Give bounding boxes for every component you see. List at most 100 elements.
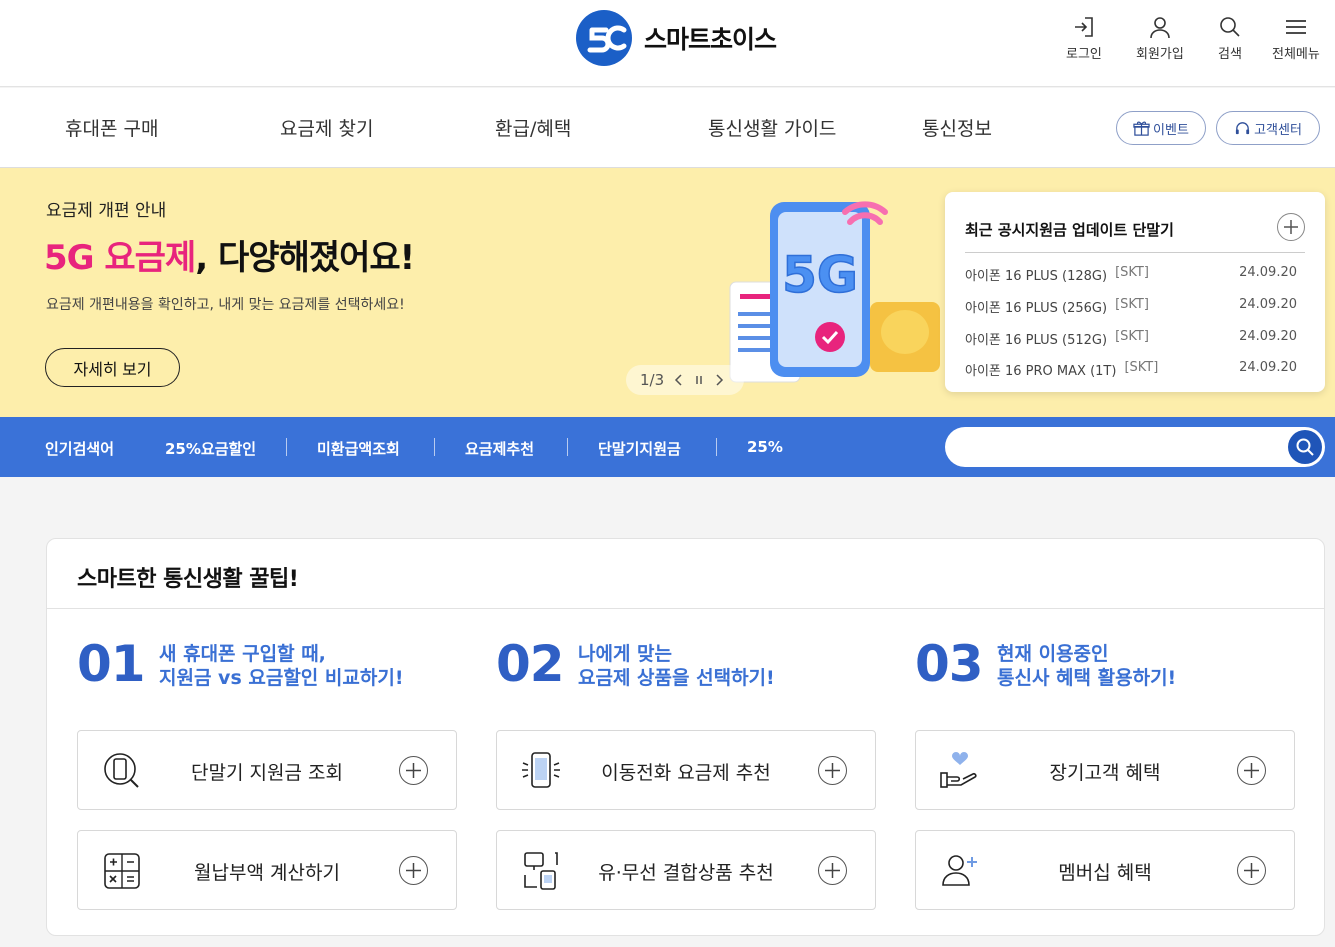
signup-label: 회원가입 [1136,47,1184,62]
event-button[interactable]: 이벤트 [1116,111,1206,145]
keyword-link[interactable]: 요금제추천 [465,438,534,459]
search-label: 검색 [1218,47,1242,62]
menu-icon [1285,20,1306,34]
search-icon [1220,17,1240,37]
plus-icon [1237,756,1266,785]
divider [716,438,717,456]
gift-icon [1133,121,1150,136]
keyword-link[interactable]: 25%요금할인 [165,438,256,459]
tip-button-label: 단말기 지원금 조회 [191,762,343,784]
carrier-tag: [SKT] [1115,297,1149,312]
signup-link[interactable]: 회원가입 [1136,14,1184,62]
update-row[interactable]: 아이폰 16 PLUS (256G) [SKT] 24.09.20 [965,297,1297,316]
step-line: 나에게 맞는 [578,643,673,665]
tip-button-label: 장기고객 혜택 [1049,762,1161,784]
support-button[interactable]: 고객센터 [1216,111,1320,145]
device-name: 아이폰 16 PRO MAX (1T) [965,364,1117,379]
carrier-tag: [SKT] [1115,265,1149,280]
search-link[interactable]: 검색 [1217,14,1243,62]
step-description: 나에게 맞는 요금제 상품을 선택하기! [578,642,775,690]
device-name: 아이폰 16 PLUS (512G) [965,333,1108,348]
device-name: 아이폰 16 PLUS (128G) [965,269,1108,284]
long-term-benefit-button[interactable]: 장기고객 혜택 [915,730,1295,810]
keyword-link[interactable]: 미환급액조회 [317,438,400,459]
logo-icon [576,10,632,66]
headset-icon [1235,121,1250,134]
keyword-link[interactable]: 25% [747,438,783,456]
nav-plan-find[interactable]: 요금제 찾기 [280,114,373,141]
all-menu-link[interactable]: 전체메뉴 [1272,14,1320,62]
update-row[interactable]: 아이폰 16 PLUS (512G) [SKT] 24.09.20 [965,329,1297,348]
plus-icon[interactable] [1277,213,1305,241]
logo-text: 스마트초이스 [644,25,777,54]
divider [434,438,435,456]
step-line: 요금제 상품을 선택하기! [578,667,775,689]
monthly-payment-button[interactable]: 월납부액 계산하기 [77,830,457,910]
tip-button-label: 월납부액 계산하기 [194,862,340,884]
tip-button-label: 이동전화 요금제 추천 [601,762,771,784]
art-5g-text: 5G [782,246,858,304]
tip-button-label: 멤버십 혜택 [1058,862,1152,884]
step-line: 새 휴대폰 구입할 때, [159,643,326,665]
search-input[interactable] [961,435,1281,459]
step-line: 지원금 vs 요금할인 비교하기! [159,667,404,689]
login-icon [1074,17,1093,37]
step-number: 01 [77,635,146,693]
carrier-tag: [SKT] [1124,360,1159,375]
pause-icon[interactable] [694,374,704,386]
mobile-plan-button[interactable]: 이동전화 요금제 추천 [496,730,876,810]
step-number: 02 [496,635,565,693]
divider [965,252,1305,253]
hero-banner: 요금제 개편 안내 5G 요금제, 다양해졌어요! 요금제 개편내용을 확인하고… [0,168,1335,417]
tips-section: 스마트한 통신생활 꿀팁! 01 새 휴대폰 구입할 때, 지원금 vs 요금할인… [46,538,1325,936]
site-logo[interactable]: 스마트초이스 [574,8,777,68]
update-row[interactable]: 아이폰 16 PLUS (128G) [SKT] 24.09.20 [965,265,1297,284]
device-name: 아이폰 16 PLUS (256G) [965,301,1108,316]
membership-benefit-button[interactable]: 멤버십 혜택 [915,830,1295,910]
device-subsidy-button[interactable]: 단말기 지원금 조회 [77,730,457,810]
main-nav: 휴대폰 구매 요금제 찾기 환급/혜택 통신생활 가이드 통신정보 이벤트 고객… [0,88,1335,168]
plus-icon [818,756,847,785]
hero-title-rest: , 다양해졌어요! [195,238,415,278]
popular-label: 인기검색어 [45,440,115,458]
nav-refund-benefit[interactable]: 환급/혜택 [495,114,571,141]
step-line: 현재 이용중인 [997,643,1109,665]
plus-icon [818,856,847,885]
bundle-plan-button[interactable]: 유·무선 결합상품 추천 [496,830,876,910]
hero-title: 5G 요금제, 다양해졌어요! [44,230,415,279]
hero-description: 요금제 개편내용을 확인하고, 내게 맞는 요금제를 선택하세요! [46,297,405,313]
nav-info[interactable]: 통신정보 [922,114,992,141]
update-date: 24.09.20 [1239,329,1297,344]
tips-title: 스마트한 통신생활 꿀팁! [77,567,299,592]
mobile-phone-icon [522,752,560,788]
tips-header: 스마트한 통신생활 꿀팁! [47,539,1324,609]
prev-icon[interactable] [674,374,684,386]
update-date: 24.09.20 [1239,360,1297,375]
event-label: 이벤트 [1153,122,1189,138]
login-label: 로그인 [1066,47,1102,62]
nav-phone-buy[interactable]: 휴대폰 구매 [65,114,158,141]
nav-guide[interactable]: 통신생활 가이드 [708,114,836,141]
popular-search-bar: 인기검색어 25%요금할인 미환급액조회 요금제추천 단말기지원금 25% [0,417,1335,477]
5g-phone-illustration: 5G [729,201,940,383]
keyword-link[interactable]: 단말기지원금 [598,438,681,459]
search-box [945,427,1325,467]
phone-search-icon [104,753,139,788]
update-card: 최근 공시지원금 업데이트 단말기 아이폰 16 PLUS (128G) [SKT… [945,192,1325,392]
update-date: 24.09.20 [1239,265,1297,280]
step-number: 03 [915,635,984,693]
update-row[interactable]: 아이폰 16 PRO MAX (1T) [SKT] 24.09.20 [965,360,1297,379]
detail-button[interactable]: 자세히 보기 [45,348,180,387]
step-line: 통신사 혜택 활용하기! [997,667,1177,689]
login-link[interactable]: 로그인 [1066,14,1102,62]
devices-icon [524,852,558,890]
update-card-title: 최근 공시지원금 업데이트 단말기 [965,221,1174,239]
user-plus-icon [942,855,977,886]
hero-subtitle: 요금제 개편 안내 [46,201,167,221]
divider [567,438,568,456]
plus-icon [1237,856,1266,885]
next-icon[interactable] [714,374,724,386]
top-bar: 스마트초이스 로그인 회원가입 검색 전체메뉴 [0,0,1335,87]
search-submit-button[interactable] [1288,430,1322,464]
support-label: 고객센터 [1254,122,1302,138]
